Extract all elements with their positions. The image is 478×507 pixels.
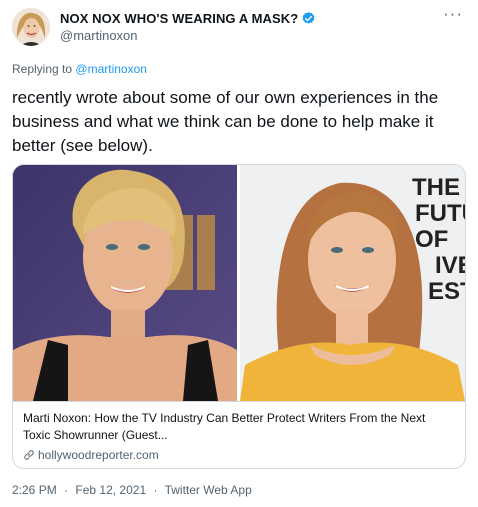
event-sign-line-3: OF xyxy=(415,226,448,253)
tweet-time-link[interactable]: 2:26 PM xyxy=(12,483,57,497)
link-card-domain: hollywoodreporter.com xyxy=(38,448,159,462)
event-sign-line-1: THE xyxy=(412,174,460,201)
link-card-domain-row: hollywoodreporter.com xyxy=(23,448,455,462)
separator-dot: · xyxy=(64,483,69,497)
link-card-meta: Marti Noxon: How the TV Industry Can Bet… xyxy=(13,401,465,468)
link-card-photo-left xyxy=(13,165,237,401)
link-card[interactable]: THE FUTU OF IVE EST xyxy=(12,164,466,469)
author-name-row[interactable]: NOX NOX WHO'S WEARING A MASK? xyxy=(60,11,316,26)
tweet-text: recently wrote about some of our own exp… xyxy=(12,88,439,155)
verified-badge-icon xyxy=(301,11,316,26)
link-card-title[interactable]: Marti Noxon: How the TV Industry Can Bet… xyxy=(23,410,455,444)
event-sign-line-2: FUTU xyxy=(415,200,465,227)
link-card-photo-right: THE FUTU OF IVE EST xyxy=(237,165,465,401)
link-icon xyxy=(24,450,34,460)
event-sign-line-5: EST xyxy=(428,278,465,305)
separator-dot-2: · xyxy=(153,483,158,497)
replying-to-handle-link[interactable]: @martinoxon xyxy=(75,62,147,76)
author-handle[interactable]: @martinoxon xyxy=(60,28,138,43)
replying-to-prefix: Replying to xyxy=(12,62,73,76)
more-options-icon[interactable]: ··· xyxy=(443,5,463,22)
avatar[interactable] xyxy=(12,8,50,46)
tweet-source-link[interactable]: Twitter Web App xyxy=(165,483,252,497)
tweet-date-link[interactable]: Feb 12, 2021 xyxy=(75,483,146,497)
tweet-timestamp: 2:26 PM · Feb 12, 2021 · Twitter Web App xyxy=(12,483,252,497)
replying-to: Replying to @martinoxon xyxy=(12,62,147,76)
link-card-images: THE FUTU OF IVE EST xyxy=(13,165,465,401)
tweet: NOX NOX WHO'S WEARING A MASK? @martinoxo… xyxy=(0,0,478,507)
display-name[interactable]: NOX NOX WHO'S WEARING A MASK? xyxy=(60,11,298,26)
event-sign-line-4: IVE xyxy=(435,252,465,279)
